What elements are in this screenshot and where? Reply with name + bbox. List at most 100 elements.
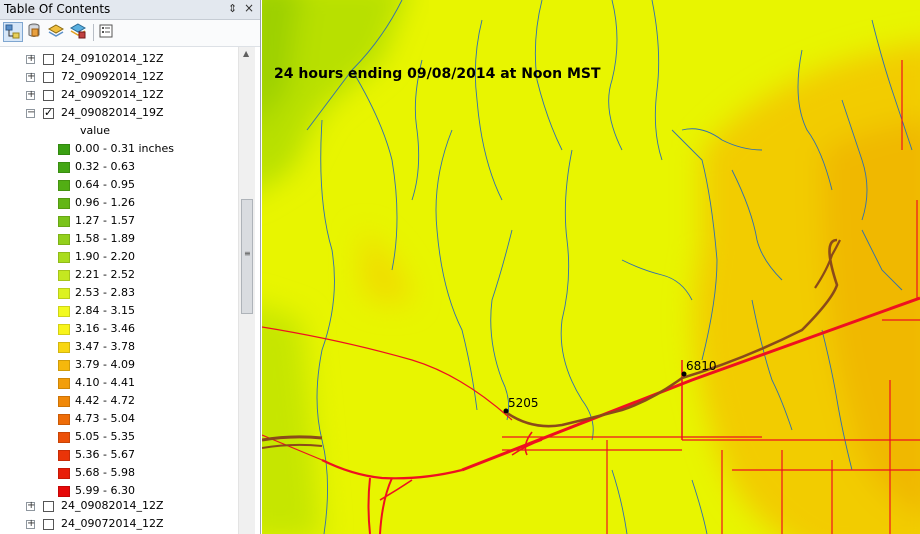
map-view[interactable]: 24 hours ending 09/08/2014 at Noon MST 5… xyxy=(262,0,920,534)
legend-item[interactable]: 1.90 - 2.20 xyxy=(0,249,238,267)
legend-item[interactable]: 0.64 - 0.95 xyxy=(0,177,238,195)
legend-label: 3.16 - 3.46 xyxy=(75,322,135,335)
list-by-visibility-icon xyxy=(47,24,65,37)
toc-layer-tree: + 24_09102014_12Z + 72_09092014_12Z + 24… xyxy=(0,47,238,534)
options-icon xyxy=(99,24,113,38)
list-by-selection-button[interactable] xyxy=(69,22,89,42)
legend-item[interactable]: 2.53 - 2.83 xyxy=(0,285,238,303)
legend-item[interactable]: 0.00 - 0.31 inches xyxy=(0,141,238,159)
legend-item[interactable]: 5.68 - 5.98 xyxy=(0,465,238,483)
layer-visibility-checkbox[interactable] xyxy=(43,519,54,530)
map-title: 24 hours ending 09/08/2014 at Noon MST xyxy=(274,66,601,82)
legend-item[interactable]: 0.96 - 1.26 xyxy=(0,195,238,213)
grip-icon: ≡ xyxy=(244,249,251,258)
scroll-up-arrow-icon[interactable]: ▲ xyxy=(243,49,249,58)
scroll-thumb[interactable]: ≡ xyxy=(241,199,253,314)
layer-row-expanded[interactable]: − ✓ 24_09082014_19Z xyxy=(0,105,238,123)
legend-swatch xyxy=(58,342,70,353)
layer-name: 24_09102014_12Z xyxy=(61,52,164,65)
legend-label: 4.42 - 4.72 xyxy=(75,394,135,407)
expand-icon[interactable]: + xyxy=(26,53,35,64)
legend-heading-row: value xyxy=(0,123,238,141)
legend-swatch xyxy=(58,180,70,191)
layer-name: 72_09092014_12Z xyxy=(61,70,164,83)
layer-visibility-checkbox[interactable] xyxy=(43,54,54,65)
legend-item[interactable]: 4.42 - 4.72 xyxy=(0,393,238,411)
pin-icon[interactable]: ⇕ xyxy=(228,2,237,15)
options-button[interactable] xyxy=(97,22,117,42)
legend-swatch xyxy=(58,270,70,281)
legend-item[interactable]: 3.16 - 3.46 xyxy=(0,321,238,339)
legend-item[interactable]: 4.73 - 5.04 xyxy=(0,411,238,429)
layer-visibility-checkbox[interactable] xyxy=(43,501,54,512)
legend-label: 4.10 - 4.41 xyxy=(75,376,135,389)
table-of-contents-panel: Table Of Contents ⇕ × + 24_09102014_12Z … xyxy=(0,0,261,534)
gauge-label: 5205 xyxy=(508,396,539,410)
legend-label: 2.21 - 2.52 xyxy=(75,268,135,281)
layer-visibility-checkbox[interactable]: ✓ xyxy=(43,106,54,119)
legend-label: 2.53 - 2.83 xyxy=(75,286,135,299)
layer-visibility-checkbox[interactable] xyxy=(43,72,54,83)
toc-toolbar xyxy=(0,20,260,47)
legend-label: 3.79 - 4.09 xyxy=(75,358,135,371)
gauge-label: 6810 xyxy=(686,359,717,373)
legend-item[interactable]: 3.79 - 4.09 xyxy=(0,357,238,375)
legend-swatch xyxy=(58,468,70,479)
legend-label: 2.84 - 3.15 xyxy=(75,304,135,317)
legend-label: 1.58 - 1.89 xyxy=(75,232,135,245)
toc-title: Table Of Contents xyxy=(4,2,111,16)
legend-item[interactable]: 4.10 - 4.41 xyxy=(0,375,238,393)
toc-title-bar[interactable]: Table Of Contents ⇕ × xyxy=(0,0,260,20)
layer-name: 24_09082014_12Z xyxy=(61,499,164,512)
legend-label: 5.99 - 6.30 xyxy=(75,484,135,497)
list-by-selection-icon xyxy=(69,23,87,39)
expand-icon[interactable]: + xyxy=(26,89,35,100)
legend-swatch xyxy=(58,306,70,317)
legend-label: 5.05 - 5.35 xyxy=(75,430,135,443)
legend-item[interactable]: 5.36 - 5.67 xyxy=(0,447,238,465)
legend-item[interactable]: 2.84 - 3.15 xyxy=(0,303,238,321)
layer-row[interactable]: + 24_09102014_12Z xyxy=(0,51,238,69)
legend-label: 3.47 - 3.78 xyxy=(75,340,135,353)
layer-row[interactable]: + 72_09092014_12Z xyxy=(0,69,238,87)
legend-label: 0.64 - 0.95 xyxy=(75,178,135,191)
legend-swatch xyxy=(58,486,70,497)
layer-visibility-checkbox[interactable] xyxy=(43,90,54,101)
legend-item[interactable]: 1.27 - 1.57 xyxy=(0,213,238,231)
legend-swatch xyxy=(58,162,70,173)
legend-swatch xyxy=(58,360,70,371)
list-by-visibility-button[interactable] xyxy=(47,22,67,42)
list-by-drawing-order-button[interactable] xyxy=(3,22,23,42)
expand-icon[interactable]: + xyxy=(26,71,35,82)
legend-item[interactable]: 2.21 - 2.52 xyxy=(0,267,238,285)
expand-icon[interactable]: + xyxy=(26,518,35,529)
legend-item[interactable]: 1.58 - 1.89 xyxy=(0,231,238,249)
collapse-icon[interactable]: − xyxy=(26,107,35,118)
legend-label: 0.00 - 0.31 inches xyxy=(75,142,174,155)
legend-swatch xyxy=(58,432,70,443)
expand-icon[interactable]: + xyxy=(26,500,35,511)
legend-label: 5.36 - 5.67 xyxy=(75,448,135,461)
list-by-source-button[interactable] xyxy=(25,22,45,42)
legend-swatch xyxy=(58,234,70,245)
legend-item[interactable]: 3.47 - 3.78 xyxy=(0,339,238,357)
legend-swatch xyxy=(58,252,70,263)
close-icon[interactable]: × xyxy=(244,1,254,15)
layer-row[interactable]: + 24_09072014_12Z xyxy=(0,516,238,534)
legend-label: 1.90 - 2.20 xyxy=(75,250,135,263)
legend-label: 0.32 - 0.63 xyxy=(75,160,135,173)
legend-swatch xyxy=(58,396,70,407)
layer-row[interactable]: + 24_09092014_12Z xyxy=(0,87,238,105)
legend-swatch xyxy=(58,144,70,155)
legend-label: 5.68 - 5.98 xyxy=(75,466,135,479)
list-by-source-icon xyxy=(28,23,40,37)
legend-label: 4.73 - 5.04 xyxy=(75,412,135,425)
legend-heading: value xyxy=(80,124,111,137)
legend-swatch xyxy=(58,450,70,461)
legend-swatch xyxy=(58,414,70,425)
legend-item[interactable]: 0.32 - 0.63 xyxy=(0,159,238,177)
legend-item[interactable]: 5.05 - 5.35 xyxy=(0,429,238,447)
legend-swatch xyxy=(58,198,70,209)
toc-scrollbar[interactable]: ▲ ≡ xyxy=(238,47,255,534)
layer-row[interactable]: + 24_09082014_12Z xyxy=(0,498,238,516)
